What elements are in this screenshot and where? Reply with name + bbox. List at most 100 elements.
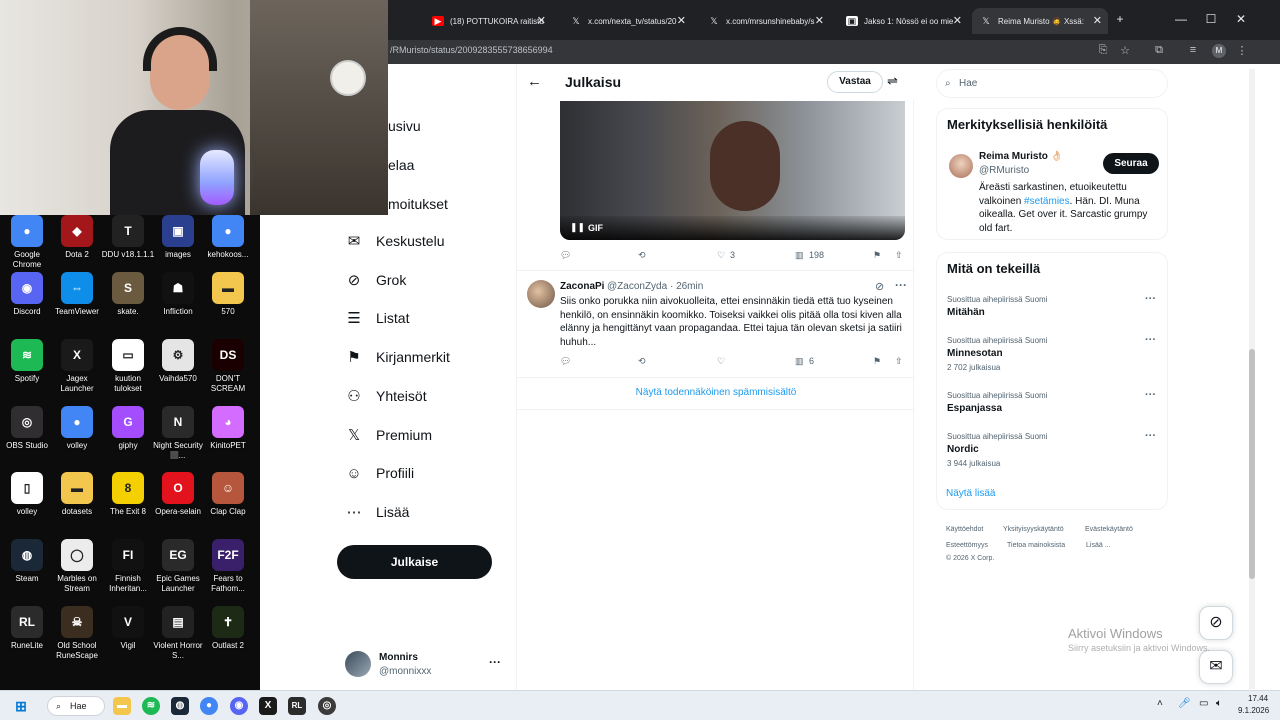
desktop-icon[interactable]: O Opera-selain	[151, 472, 205, 517]
desktop-icon[interactable]: EG Epic Games Launcher	[151, 539, 205, 594]
spotify-icon[interactable]: ≋	[142, 697, 160, 715]
show-more-link[interactable]: Näytä lisää	[946, 488, 995, 499]
clock-date[interactable]: 9.1.2026	[1238, 706, 1269, 715]
more-options-icon[interactable]: ···	[1145, 293, 1156, 305]
views-icon[interactable]: ▥	[795, 356, 804, 367]
desktop-icon[interactable]: ▤ Violent Horror S...	[151, 606, 205, 661]
maximize-button[interactable]: ☐	[1203, 12, 1219, 26]
tweet-author-handle[interactable]: @ZaconZyda · 26min	[607, 281, 703, 292]
nav-home[interactable]: usivu	[388, 115, 421, 137]
runelite-icon[interactable]: RL	[288, 697, 306, 715]
desktop-icon[interactable]: DS DON'T SCREAM	[201, 339, 255, 394]
footer-link[interactable]: Lisää ...	[1086, 542, 1111, 549]
network-icon[interactable]: ▭	[1199, 698, 1208, 709]
tab-mrsunshinebaby[interactable]: 𝕏x.com/mrsunshinebaby/s ✕	[700, 8, 830, 34]
trend-item[interactable]: Mitähän	[947, 307, 985, 318]
desktop-icon[interactable]: ⇔ TeamViewer	[50, 272, 104, 317]
nav-bookmarks[interactable]: ⚑ Kirjanmerkit	[345, 346, 450, 368]
reply-icon[interactable]: 💬︎	[560, 250, 571, 261]
media-control-icon[interactable]: ≡	[1185, 44, 1201, 56]
reply-icon[interactable]: 💬︎	[560, 356, 571, 367]
chevron-up-icon[interactable]: ˄	[1157, 698, 1163, 709]
more-options-icon[interactable]: ···	[1145, 334, 1156, 346]
volume-icon[interactable]: 🔈︎	[1216, 698, 1222, 709]
desktop-icon[interactable]: N Night Security 🏽...	[151, 406, 205, 461]
desktop-icon[interactable]: 8 The Exit 8	[101, 472, 155, 517]
close-icon[interactable]: ✕	[537, 14, 546, 27]
desktop-icon[interactable]: ▣ images	[151, 215, 205, 260]
desktop-icon[interactable]: ☺ Clap Clap	[201, 472, 255, 517]
nav-explore[interactable]: elaa	[388, 154, 414, 176]
obs-icon[interactable]: ◎	[318, 697, 336, 715]
nav-messages[interactable]: ✉ Keskustelu	[345, 230, 445, 252]
tweet-author-name[interactable]: ZaconaPi	[560, 281, 604, 292]
gif-media[interactable]: ❚❚ GIF	[560, 101, 905, 240]
reply-button[interactable]: Vastaa	[827, 71, 883, 93]
close-icon[interactable]: ✕	[677, 14, 686, 27]
nav-notifications[interactable]: moitukset	[388, 193, 448, 215]
footer-link[interactable]: Yksityisyyskäytäntö	[1003, 526, 1064, 533]
url-field[interactable]: /RMuristo/status/2009283555738656994	[390, 45, 553, 55]
trend-item[interactable]: Minnesotan	[947, 348, 1003, 359]
like-icon[interactable]: ♡	[717, 250, 725, 261]
desktop-icon[interactable]: T DDU v18.1.1.1	[101, 215, 155, 260]
show-spam-link[interactable]: Näytä todennäköinen spämmisisältö	[517, 387, 915, 398]
profile-handle[interactable]: @RMuristo	[979, 165, 1029, 176]
desktop-icon[interactable]: ⚙ Vaihda570	[151, 339, 205, 384]
desktop-icon[interactable]: ● Google Chrome	[0, 215, 54, 270]
search-input[interactable]: ⌕ Hae	[936, 69, 1168, 98]
file-explorer-icon[interactable]: ▬	[113, 697, 131, 715]
new-tab-button[interactable]: +	[1112, 12, 1128, 26]
grok-floating-icon[interactable]: ⊘	[1199, 606, 1233, 640]
clock-time[interactable]: 17.44	[1248, 694, 1268, 703]
desktop-icon[interactable]: ◕ KinitoPET	[201, 406, 255, 451]
tab-nexta[interactable]: 𝕏x.com/nexta_tv/status/20 ✕	[562, 8, 692, 34]
desktop-icon[interactable]: ≋ Spotify	[0, 339, 54, 384]
nav-profile[interactable]: ☺ Profiili	[345, 462, 414, 484]
desktop-icon[interactable]: X Jagex Launcher	[50, 339, 104, 394]
desktop-icon[interactable]: ☗ Infliction	[151, 272, 205, 317]
desktop-icon[interactable]: ● volley	[50, 406, 104, 451]
desktop-icon[interactable]: ▭ kuution tulokset	[101, 339, 155, 394]
close-window-button[interactable]: ✕	[1233, 12, 1249, 26]
chrome-icon[interactable]: ●	[200, 697, 218, 715]
desktop-icon[interactable]: V Vigil	[101, 606, 155, 651]
desktop-icon[interactable]: ◯ Marbles on Stream	[50, 539, 104, 594]
avatar[interactable]	[949, 154, 973, 178]
grok-icon[interactable]: ⊘	[875, 280, 884, 293]
bookmark-icon[interactable]: ⚑	[873, 250, 881, 261]
close-icon[interactable]: ✕	[953, 14, 962, 27]
share-icon[interactable]: ⇧	[895, 250, 903, 261]
post-button[interactable]: Julkaise	[337, 545, 492, 579]
desktop-icon[interactable]: RL RuneLite	[0, 606, 54, 651]
tab-reima-muristo[interactable]: 𝕏 Reima Muristo 🧔 Xssä: ✕	[972, 8, 1108, 34]
desktop-icon[interactable]: ● kehokoos...	[201, 215, 255, 260]
nav-more[interactable]: ⋯ Lisää	[345, 501, 410, 523]
nav-lists[interactable]: ☰ Listat	[345, 307, 409, 329]
nav-premium[interactable]: 𝕏 Premium	[345, 424, 432, 446]
desktop-icon[interactable]: ☠ Old School RuneScape	[50, 606, 104, 661]
more-options-icon[interactable]: ···	[895, 278, 907, 292]
close-icon[interactable]: ✕	[815, 14, 824, 27]
desktop-icon[interactable]: F2F Fears to Fathom...	[201, 539, 255, 594]
more-options-icon[interactable]: ···	[1145, 430, 1156, 442]
follow-button[interactable]: Seuraa	[1103, 153, 1159, 174]
tab-jakso[interactable]: ▣ Jakso 1: Nössö ei oo mie ✕	[838, 8, 968, 34]
desktop-icon[interactable]: ◉ Discord	[0, 272, 54, 317]
trend-item[interactable]: Nordic	[947, 444, 979, 455]
share-icon[interactable]: ⇧	[895, 356, 903, 367]
messages-floating-icon[interactable]: ✉	[1199, 650, 1233, 684]
desktop-icon[interactable]: Ggiphy	[101, 406, 155, 451]
desktop-icon[interactable]: Sskate.	[101, 272, 155, 317]
desktop-icon[interactable]: ▬ dotasets	[50, 472, 104, 517]
desktop-icon[interactable]: ▯ volley	[0, 472, 54, 517]
windows-start-icon[interactable]: ⊞	[12, 697, 30, 715]
jagex-icon[interactable]: X	[259, 697, 277, 715]
bookmark-icon[interactable]: ⚑	[873, 356, 881, 367]
install-app-icon[interactable]: ⎘	[1095, 44, 1111, 57]
trend-item[interactable]: Espanjassa	[947, 403, 1002, 414]
desktop-icon[interactable]: ✝ Outlast 2	[201, 606, 255, 651]
extensions-icon[interactable]: ⧉	[1151, 44, 1167, 57]
views-icon[interactable]: ▥	[795, 250, 804, 261]
back-arrow-icon[interactable]: ←	[527, 73, 542, 90]
